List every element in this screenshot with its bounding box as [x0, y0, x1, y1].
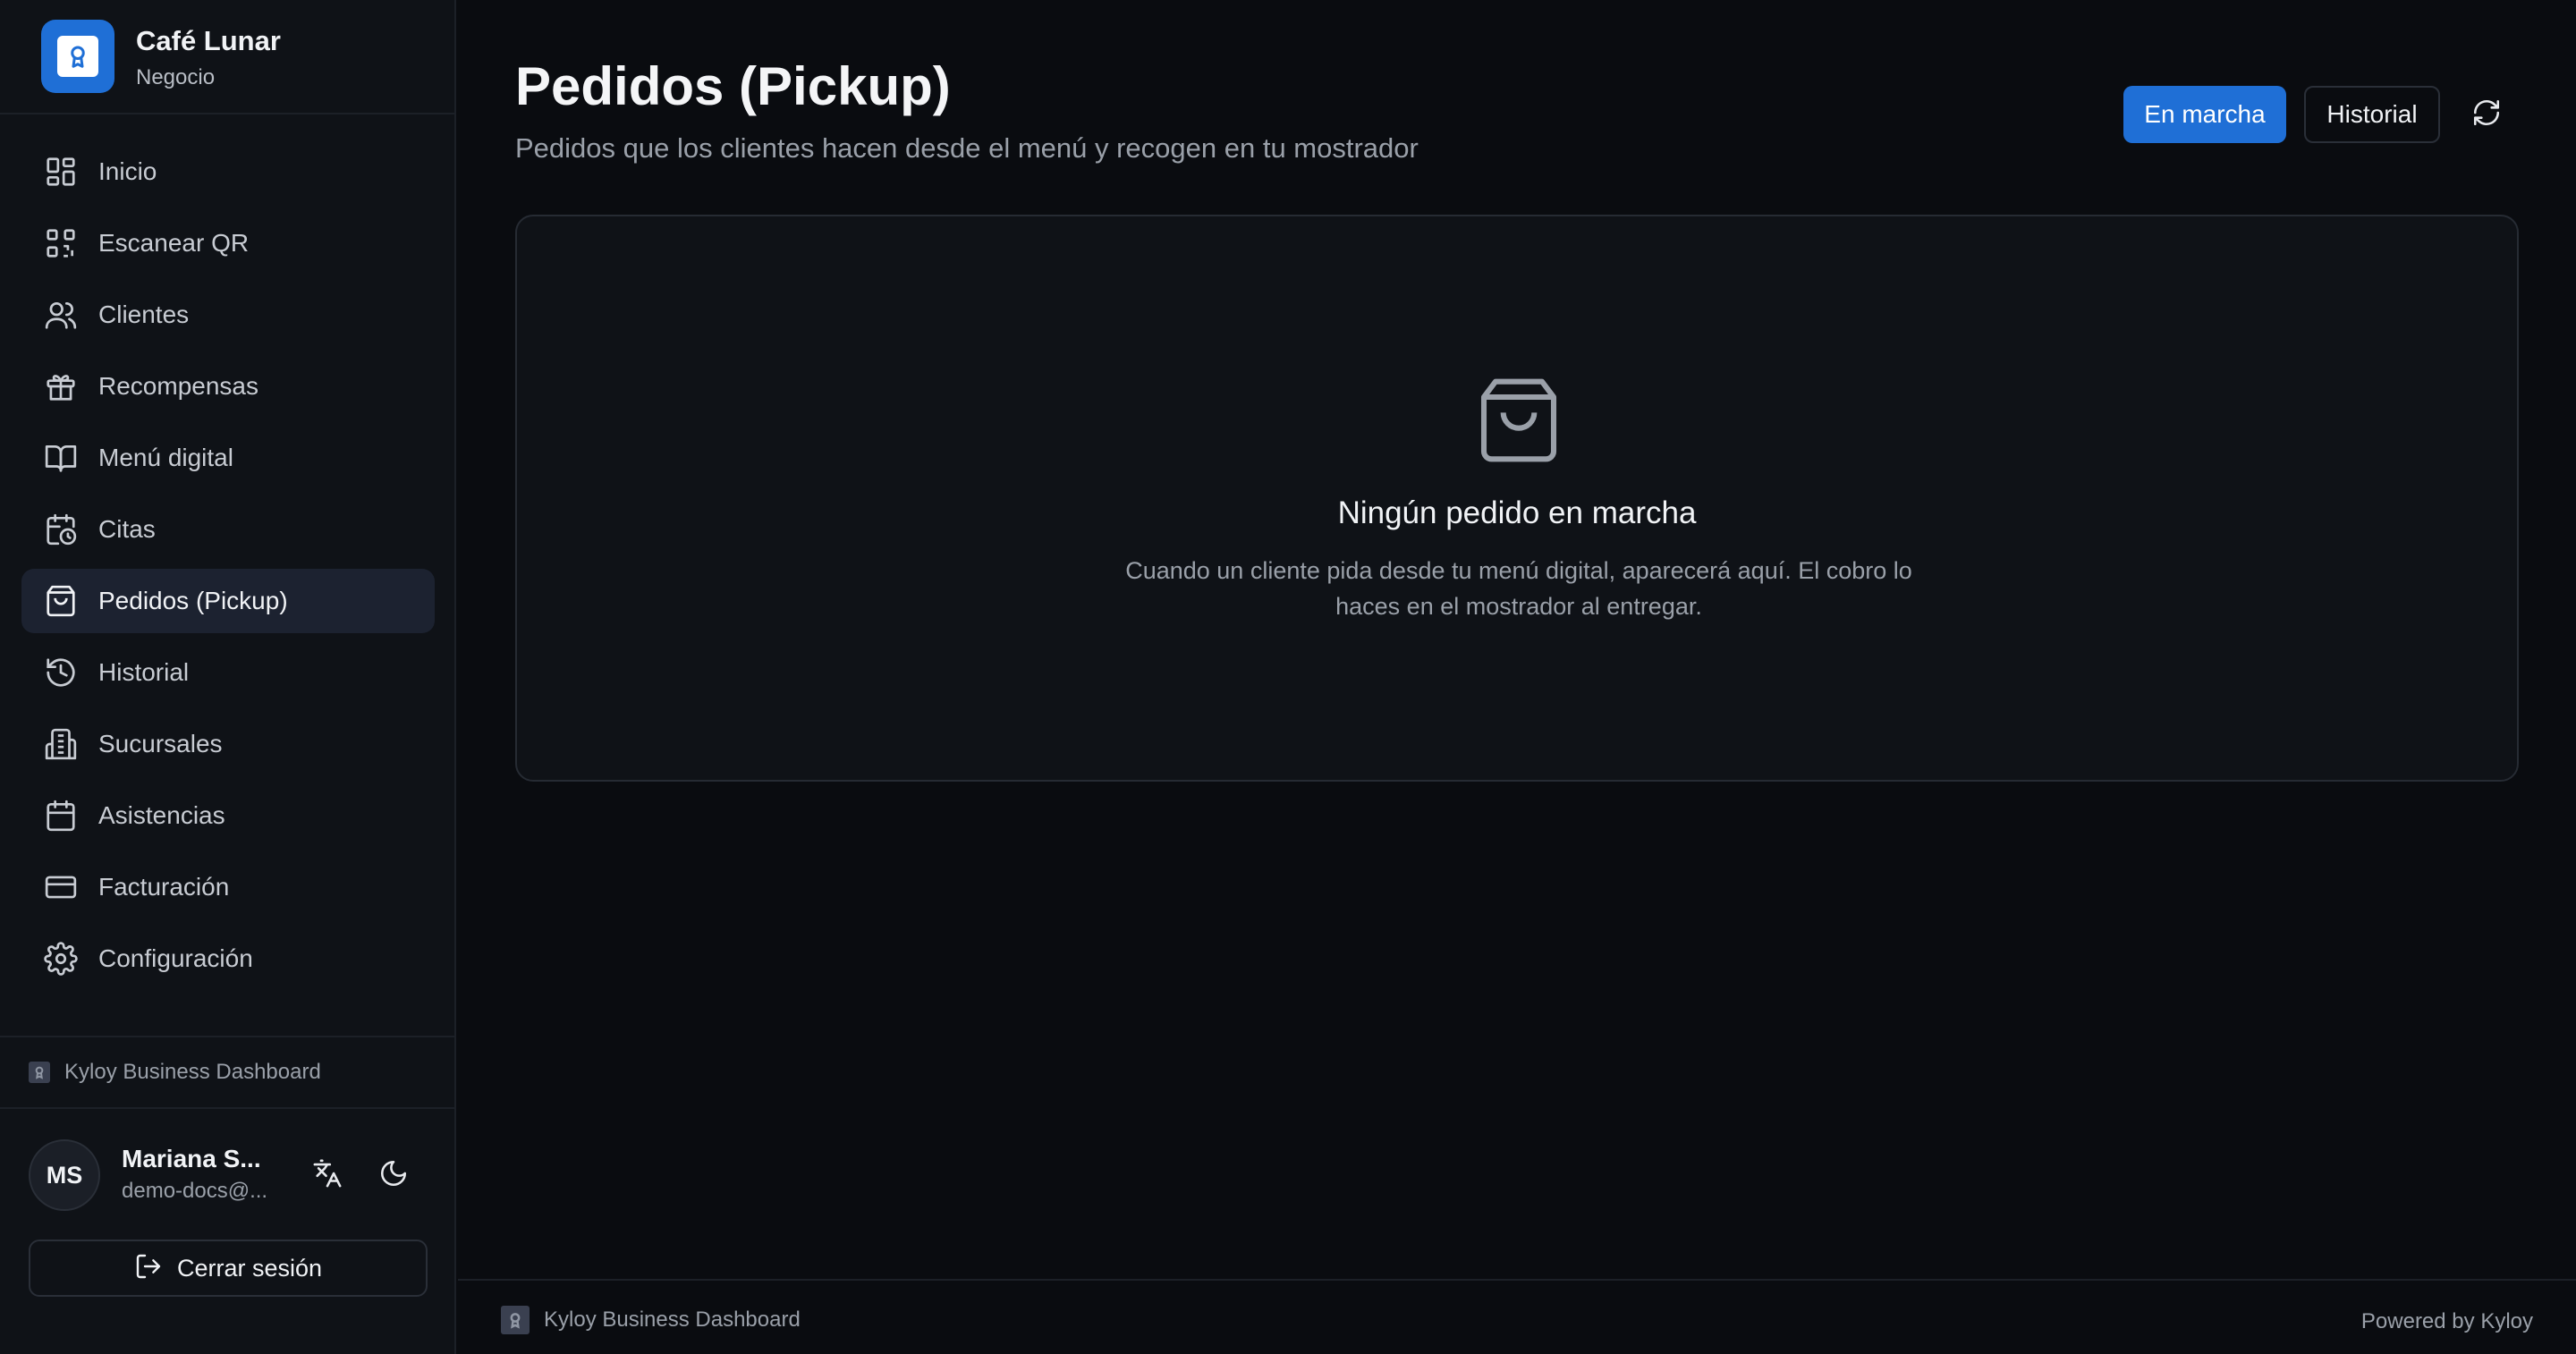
sidebar: Café Lunar Negocio Inicio Escanear QR Cl… [0, 0, 456, 1354]
logout-button[interactable]: Cerrar sesión [29, 1240, 428, 1297]
sidebar-item-asistencias[interactable]: Asistencias [21, 783, 435, 848]
page-footer: Kyloy Business Dashboard Powered by Kylo… [458, 1279, 2576, 1354]
sidebar-item-label: Asistencias [98, 801, 225, 829]
user-email: demo-docs@... [122, 1179, 268, 1203]
brand-subtitle: Negocio [136, 65, 216, 89]
gift-icon [43, 368, 79, 404]
gear-icon [43, 941, 79, 977]
sidebar-item-label: Clientes [98, 300, 190, 328]
user-name: Mariana S... [122, 1145, 261, 1172]
tab-en-marcha-button[interactable]: En marcha [2123, 86, 2286, 143]
building-icon [43, 726, 79, 762]
brand-name: Café Lunar [136, 25, 281, 56]
sidebar-item-sucursales[interactable]: Sucursales [21, 712, 435, 776]
translate-icon [312, 1158, 343, 1193]
avatar: MS [29, 1139, 100, 1211]
sidebar-item-label: Recompensas [98, 372, 258, 400]
footer-brand: Kyloy Business Dashboard [501, 1306, 801, 1334]
users-icon [43, 297, 79, 333]
refresh-icon [2471, 97, 2502, 132]
sidebar-item-escanear-qr[interactable]: Escanear QR [21, 211, 435, 275]
shopping-bag-icon [1472, 374, 1565, 467]
moon-icon [378, 1158, 409, 1193]
sidebar-item-citas[interactable]: Citas [21, 497, 435, 562]
book-open-icon [43, 440, 79, 476]
credit-card-icon [43, 869, 79, 905]
sidebar-item-label: Inicio [98, 157, 157, 185]
kyloy-logo-icon [501, 1306, 530, 1334]
history-icon [43, 655, 79, 690]
sidebar-item-label: Facturación [98, 873, 230, 901]
kyloy-logo-icon [29, 1062, 50, 1083]
page-title: Pedidos (Pickup) [515, 56, 951, 116]
brand-header: Café Lunar Negocio [0, 0, 454, 114]
logout-label: Cerrar sesión [176, 1254, 323, 1282]
page-subtitle: Pedidos que los clientes hacen desde el … [515, 132, 1419, 164]
logout-icon [134, 1252, 177, 1285]
empty-state-card: Ningún pedido en marcha Cuando un client… [515, 215, 2519, 782]
sidebar-item-clientes[interactable]: Clientes [21, 283, 435, 347]
refresh-button[interactable] [2462, 89, 2512, 140]
calendar-icon [43, 798, 79, 834]
user-profile: MS Mariana S... demo-docs@... [29, 1139, 431, 1211]
footer-brand-text: Kyloy Business Dashboard [544, 1307, 801, 1332]
sidebar-footer-brand: Kyloy Business Dashboard [0, 1036, 454, 1109]
sidebar-item-facturacion[interactable]: Facturación [21, 855, 435, 919]
sidebar-item-menu-digital[interactable]: Menú digital [21, 426, 435, 490]
shopping-bag-icon [43, 583, 79, 619]
dashboard-icon [43, 154, 79, 190]
sidebar-item-historial[interactable]: Historial [21, 640, 435, 705]
qr-code-icon [43, 225, 79, 261]
sidebar-item-label: Escanear QR [98, 229, 250, 257]
sidebar-item-label: Sucursales [98, 730, 223, 757]
calendar-clock-icon [43, 512, 79, 547]
sidebar-item-label: Configuración [98, 944, 253, 972]
sidebar-item-inicio[interactable]: Inicio [21, 140, 435, 204]
sidebar-nav: Inicio Escanear QR Clientes Recompensas … [21, 140, 435, 998]
tab-historial-button[interactable]: Historial [2304, 86, 2440, 143]
sidebar-footer-brand-text: Kyloy Business Dashboard [64, 1060, 321, 1084]
sidebar-item-recompensas[interactable]: Recompensas [21, 354, 435, 419]
empty-state-description: Cuando un cliente pida desde tu menú dig… [1125, 557, 1912, 620]
main-content: Pedidos (Pickup) Pedidos que los cliente… [458, 0, 2576, 1354]
brand-logo-icon [41, 20, 114, 93]
empty-state-title: Ningún pedido en marcha [1337, 495, 1697, 530]
language-toggle-button[interactable] [302, 1150, 352, 1200]
sidebar-item-label: Menú digital [98, 444, 233, 471]
sidebar-item-configuracion[interactable]: Configuración [21, 927, 435, 991]
sidebar-item-label: Pedidos (Pickup) [98, 587, 288, 614]
sidebar-item-label: Historial [98, 658, 190, 686]
sidebar-item-pedidos-pickup[interactable]: Pedidos (Pickup) [21, 569, 435, 633]
sidebar-item-label: Citas [98, 515, 156, 543]
powered-by-text: Powered by Kyloy [2360, 1309, 2533, 1333]
theme-toggle-button[interactable] [369, 1150, 419, 1200]
